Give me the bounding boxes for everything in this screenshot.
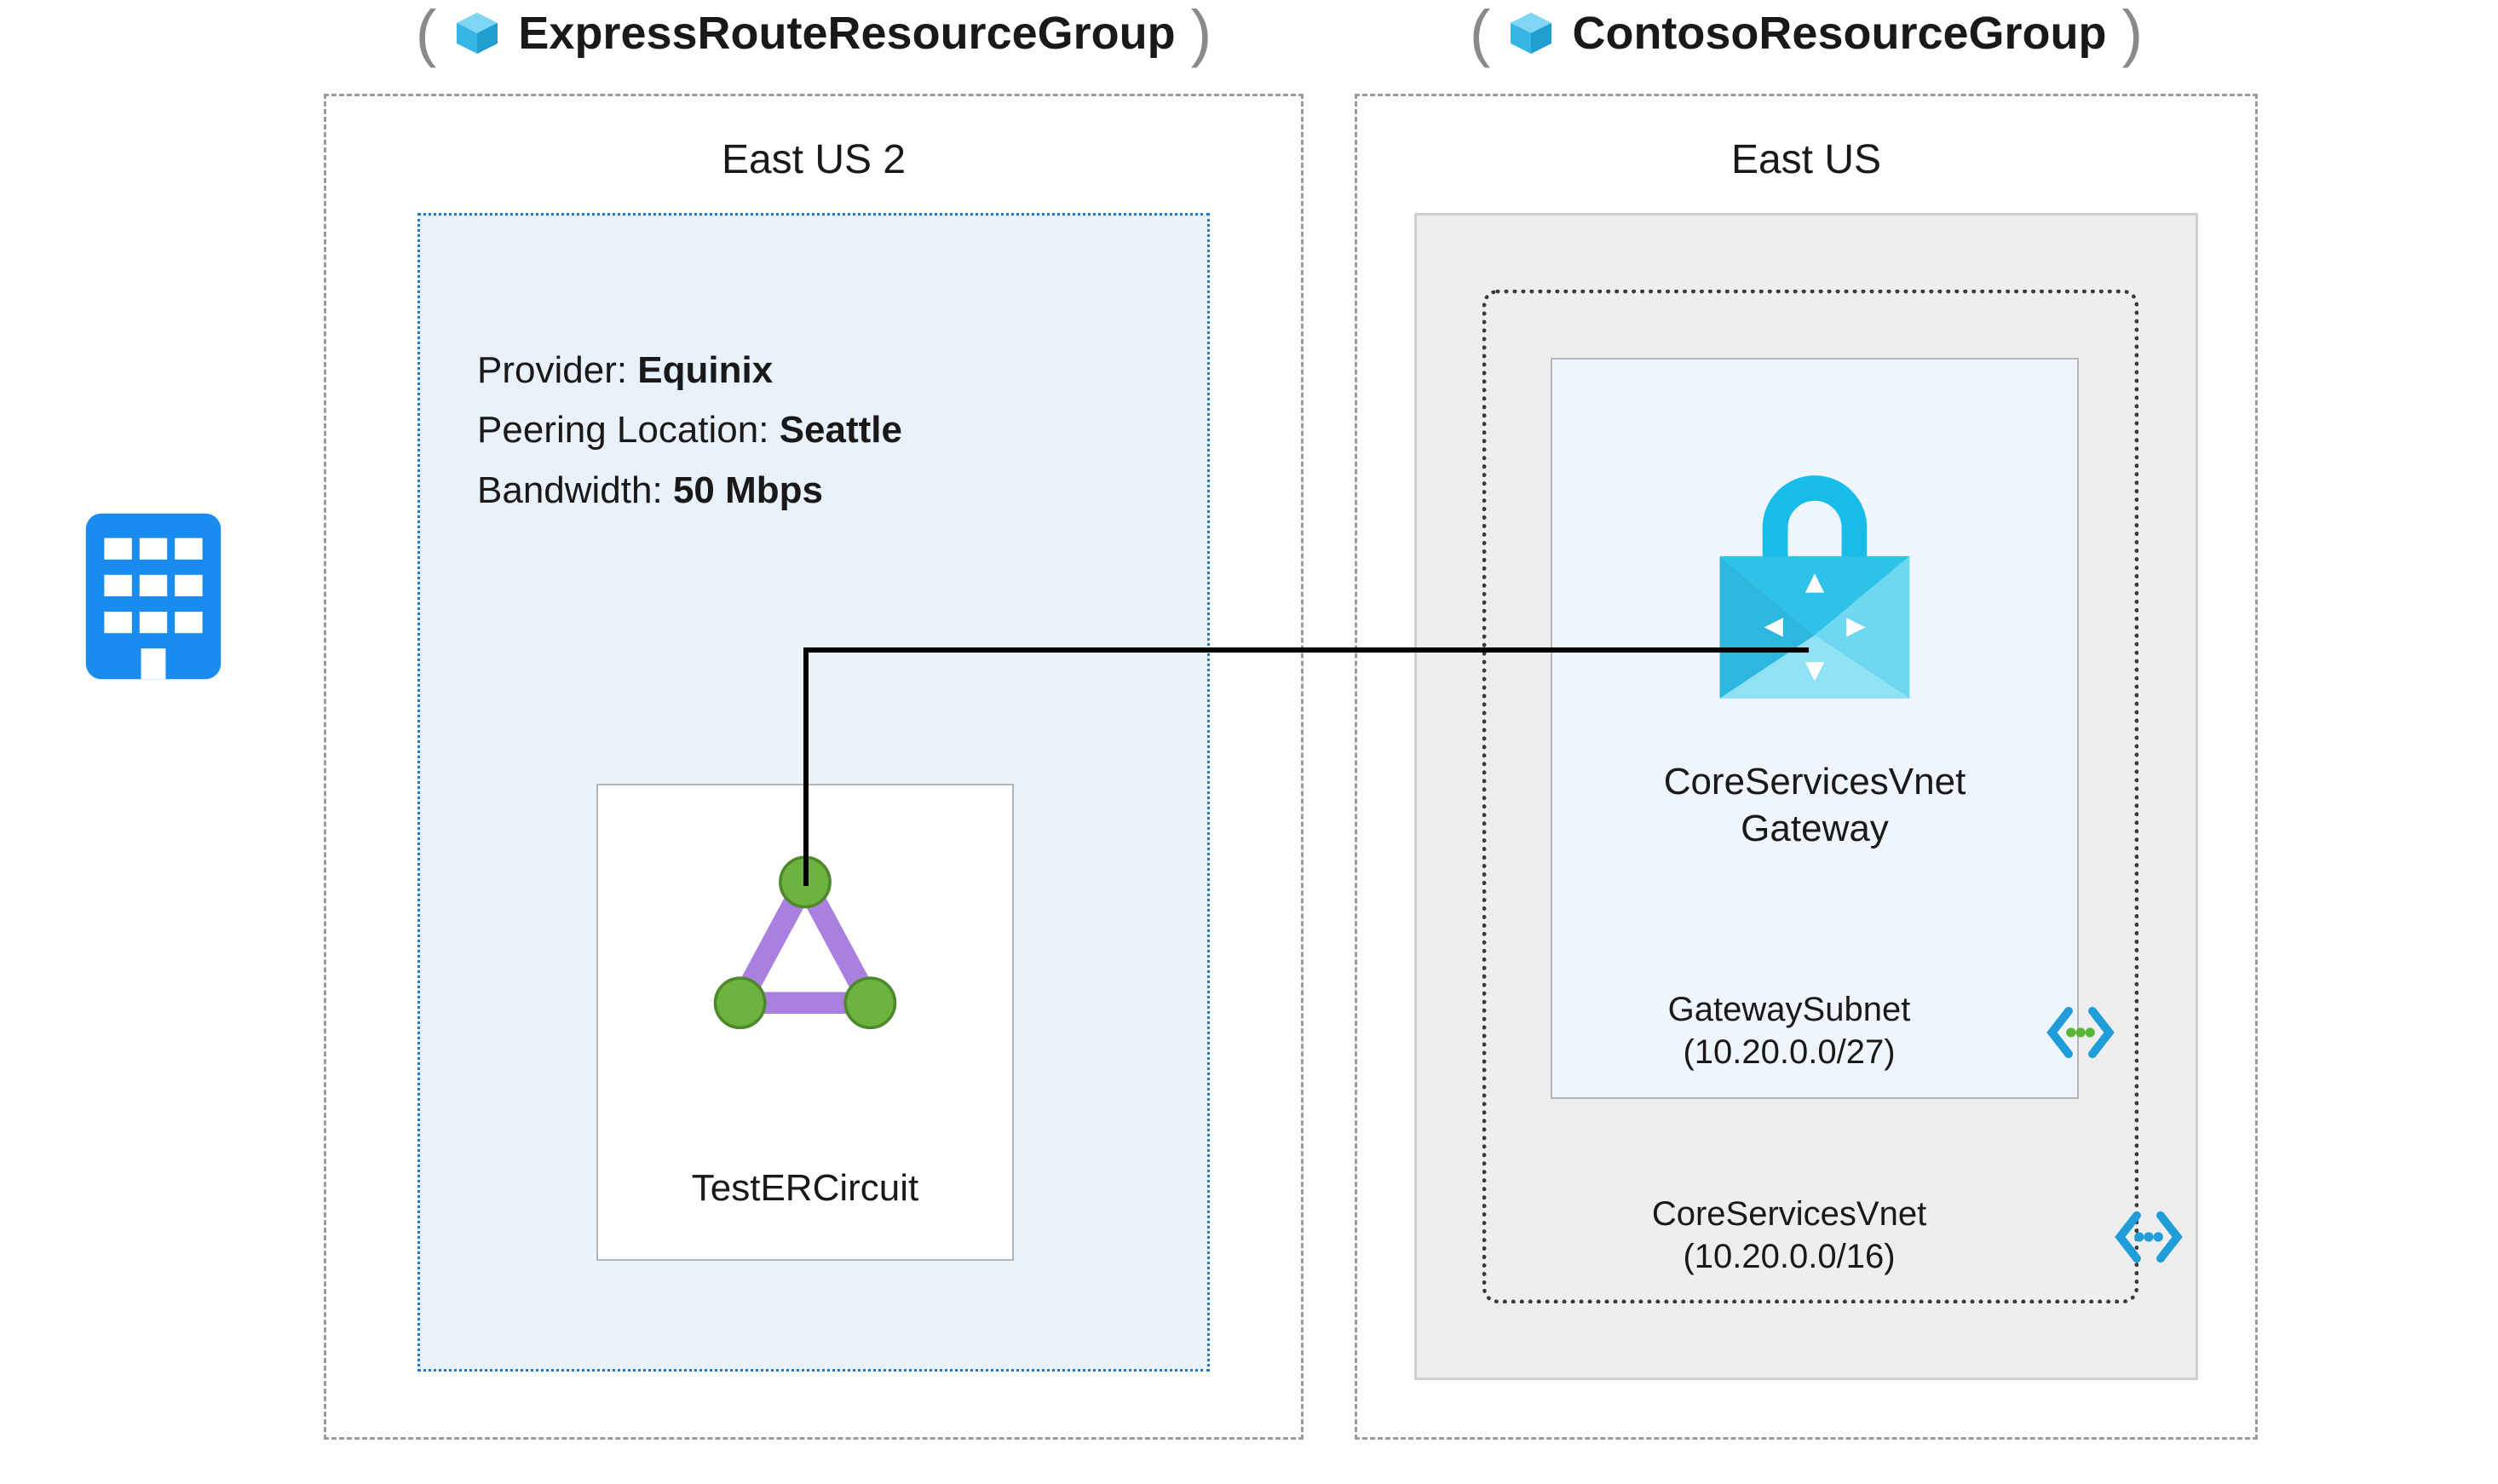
- circuit-properties: Provider: Equinix Peering Location: Seat…: [477, 341, 902, 521]
- left-region-label: East US 2: [324, 136, 1304, 183]
- subnet-icon: [2045, 997, 2116, 1068]
- expressroute-circuit-name: TestERCircuit: [596, 1167, 1014, 1210]
- gateway-name-line1: CoreServicesVnet: [1664, 761, 1966, 802]
- vnet-name: CoreServicesVnet: [1652, 1195, 1926, 1233]
- vnet-gateway-icon: [1704, 469, 1925, 707]
- subnet-name: GatewaySubnet: [1668, 991, 1911, 1028]
- connection-line-vertical: [803, 647, 809, 886]
- expressroute-circuit-icon: [711, 860, 899, 1031]
- provider-value: Equinix: [637, 349, 773, 391]
- right-region-label: East US: [1355, 136, 2258, 183]
- peering-value: Seattle: [780, 409, 902, 451]
- bandwidth-key: Bandwidth:: [477, 469, 673, 511]
- vnet-label: CoreServicesVnet (10.20.0.0/16): [1551, 1193, 2028, 1278]
- left-rg-header: ( ExpressRouteResourceGroup ): [324, 7, 1304, 60]
- onprem-building-icon: [77, 503, 230, 690]
- gateway-name: CoreServicesVnet Gateway: [1551, 758, 2079, 852]
- vnet-cidr: (10.20.0.0/16): [1683, 1238, 1895, 1275]
- resource-group-icon: [452, 8, 503, 59]
- peering-key: Peering Location:: [477, 409, 780, 451]
- provider-key: Provider:: [477, 349, 637, 391]
- right-rg-title: ContosoResourceGroup: [1572, 7, 2106, 60]
- gateway-subnet-label: GatewaySubnet (10.20.0.0/27): [1551, 988, 2028, 1073]
- gateway-name-line2: Gateway: [1741, 808, 1889, 849]
- bandwidth-value: 50 Mbps: [673, 469, 823, 511]
- left-rg-title: ExpressRouteResourceGroup: [518, 7, 1175, 60]
- subnet-cidr: (10.20.0.0/27): [1683, 1033, 1895, 1071]
- connection-line-horizontal: [803, 647, 1809, 653]
- resource-group-icon: [1505, 8, 1557, 59]
- vnet-icon: [2113, 1201, 2184, 1273]
- right-rg-header: ( ContosoResourceGroup ): [1355, 7, 2258, 60]
